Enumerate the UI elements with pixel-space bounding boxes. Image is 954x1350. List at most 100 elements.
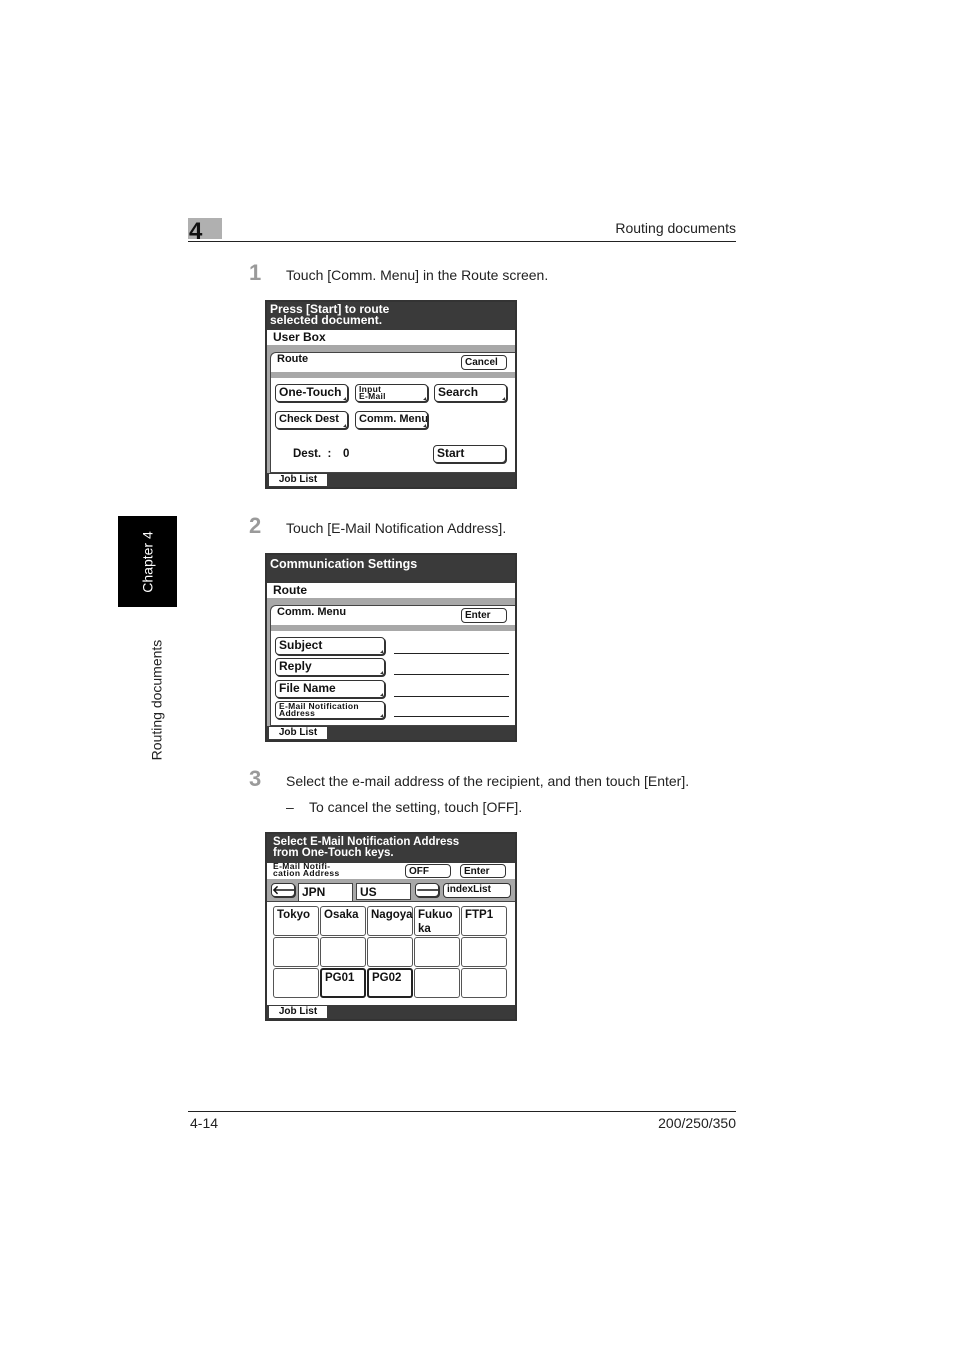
step-text: Select the e-mail address of the recipie… (286, 773, 690, 789)
select-email-notification-screen: Select E-Mail Notification Address from … (265, 832, 517, 1021)
one-touch-key-empty[interactable] (320, 937, 366, 967)
one-touch-key-empty[interactable] (461, 968, 507, 998)
dest-label: Dest. : (293, 448, 332, 460)
one-touch-key-empty[interactable] (367, 937, 413, 967)
screen-footer: Job List (267, 1005, 515, 1019)
corner-marker-icon (380, 693, 383, 696)
route-screen: Press [Start] to route selected document… (265, 300, 517, 489)
field-label-line: cation Address (273, 868, 340, 878)
button-label: Check Dest (279, 413, 339, 425)
one-touch-key[interactable]: Osaka (320, 906, 366, 936)
job-list-button[interactable]: Job List (269, 727, 327, 739)
corner-marker-icon (380, 650, 383, 653)
comm-menu-button[interactable]: Comm. Menu (355, 411, 428, 429)
screen-footer: Job List (267, 473, 515, 487)
substep-text: To cancel the setting, touch [OFF]. (309, 799, 523, 815)
tab-us[interactable]: US (356, 883, 411, 900)
step-number: 2 (249, 513, 262, 538)
step-text: Touch [Comm. Menu] in the Route screen. (286, 267, 549, 283)
button-label: Comm. Menu (359, 413, 428, 425)
check-dest-button[interactable]: Check Dest (275, 411, 348, 429)
previous-tab-button[interactable]: 🡐 (271, 883, 295, 897)
search-button[interactable]: Search (434, 384, 507, 402)
panel-divider (271, 625, 515, 631)
enter-button[interactable]: Enter (461, 608, 507, 623)
button-label: E-Mail (359, 391, 386, 401)
left-arrow-icon: 🡐 (272, 884, 294, 896)
corner-marker-icon (343, 397, 346, 400)
reply-value (394, 674, 509, 675)
header-divider (188, 241, 736, 242)
field-row: E-Mail Notifi- cation Address OFF Enter (267, 862, 515, 879)
one-touch-key[interactable]: Tokyo (273, 906, 319, 936)
one-touch-key[interactable]: Nagoya (367, 906, 413, 936)
reply-button[interactable]: Reply (275, 658, 385, 676)
file-name-button[interactable]: File Name (275, 680, 385, 698)
section-side-label: Routing documents (118, 620, 194, 780)
substep-bullet: – (286, 799, 294, 815)
job-list-button[interactable]: Job List (269, 474, 327, 486)
subject-value (394, 653, 509, 654)
one-touch-key[interactable]: PG01 (320, 968, 366, 998)
one-touch-key-empty[interactable] (414, 937, 460, 967)
start-button[interactable]: Start (433, 445, 506, 463)
cancel-button[interactable]: Cancel (461, 355, 507, 370)
screen-message: Press [Start] to route selected document… (267, 302, 515, 330)
one-touch-button[interactable]: One-Touch (275, 384, 348, 402)
dest-count: 0 (343, 448, 350, 460)
subject-button[interactable]: Subject (275, 637, 385, 655)
email-notification-address-button[interactable]: E-Mail Notification Address (275, 701, 385, 719)
corner-marker-icon (343, 424, 346, 427)
field-label: E-Mail Notifi- cation Address (273, 862, 340, 878)
input-email-button[interactable]: Input E-Mail (355, 384, 428, 402)
model-number: 200/250/350 (658, 1115, 736, 1131)
job-list-button[interactable]: Job List (269, 1006, 327, 1018)
button-label: Reply (279, 659, 312, 673)
corner-marker-icon (380, 671, 383, 674)
off-button[interactable]: OFF (405, 864, 451, 878)
enter-button[interactable]: Enter (460, 864, 506, 878)
section-title: Routing documents (615, 220, 736, 236)
panel-title: Comm. Menu (277, 606, 347, 618)
chapter-side-text: Chapter 4 (139, 530, 156, 593)
breadcrumb: User Box (267, 330, 515, 345)
one-touch-key[interactable]: Fukuo ka (414, 906, 460, 936)
button-label: Subject (279, 638, 323, 652)
next-tab-button[interactable]: 🡒 (415, 883, 439, 897)
screen-message: Communication Settings (267, 555, 515, 583)
corner-marker-icon (502, 397, 505, 400)
message-line: selected document. (270, 313, 383, 327)
corner-marker-icon (423, 424, 426, 427)
page-number: 4-14 (190, 1115, 219, 1131)
breadcrumb: Route (267, 583, 515, 598)
section-side-text: Routing documents (148, 639, 165, 761)
screen-message: Select E-Mail Notification Address from … (267, 834, 515, 863)
one-touch-key[interactable]: FTP1 (461, 906, 507, 936)
button-label: One-Touch (279, 385, 342, 399)
step-number: 3 (249, 766, 262, 791)
screen-footer: Job List (267, 726, 515, 740)
message-line: from One-Touch keys. (273, 846, 394, 859)
panel-divider (271, 372, 515, 378)
one-touch-key-empty[interactable] (273, 937, 319, 967)
tab-jpn[interactable]: JPN (298, 883, 353, 903)
corner-marker-icon (380, 714, 383, 717)
corner-marker-icon (423, 397, 426, 400)
one-touch-key-empty[interactable] (273, 968, 319, 998)
file-name-value (394, 696, 509, 697)
footer-divider (188, 1111, 736, 1112)
button-label: Search (438, 385, 479, 399)
button-label: Address (279, 708, 316, 718)
communication-settings-screen: Communication Settings Route Comm. Menu … (265, 553, 517, 742)
route-panel: Route Cancel One-Touch Input E-Mail Searc… (270, 352, 515, 473)
message-line: Select E-Mail Notification Address (273, 836, 460, 848)
email-notification-value (394, 716, 509, 717)
button-label: File Name (279, 681, 336, 695)
index-list-button[interactable]: indexList (443, 883, 511, 898)
panel-title: Route (277, 353, 309, 365)
one-touch-key-empty[interactable] (414, 968, 460, 998)
step-number: 1 (249, 260, 262, 285)
step-text: Touch [E-Mail Notification Address]. (286, 520, 507, 536)
one-touch-key[interactable]: PG02 (367, 968, 413, 998)
one-touch-key-empty[interactable] (461, 937, 507, 967)
